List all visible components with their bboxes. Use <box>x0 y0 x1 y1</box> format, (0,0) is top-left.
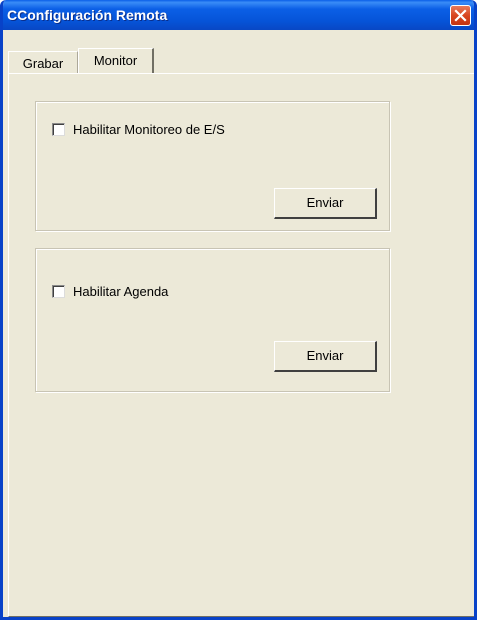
io-monitoring-group: Habilitar Monitoreo de E/S Enviar <box>35 101 390 231</box>
schedule-group: Habilitar Agenda Enviar <box>35 248 390 392</box>
title-bar[interactable]: CConfiguración Remota <box>3 0 474 30</box>
schedule-label: Habilitar Agenda <box>73 284 169 299</box>
monitor-tab-panel: Habilitar Monitoreo de E/S Enviar Habili… <box>8 73 474 617</box>
io-monitoring-send-button[interactable]: Enviar <box>274 188 377 219</box>
dialog-window: CConfiguración Remota Grabar Monitor Hab… <box>0 0 477 620</box>
tab-grabar[interactable]: Grabar <box>8 51 78 73</box>
schedule-send-button[interactable]: Enviar <box>274 341 377 372</box>
tab-monitor[interactable]: Monitor <box>78 48 154 74</box>
io-monitoring-checkbox-row[interactable]: Habilitar Monitoreo de E/S <box>52 122 225 137</box>
io-monitoring-label: Habilitar Monitoreo de E/S <box>73 122 225 137</box>
schedule-checkbox-row[interactable]: Habilitar Agenda <box>52 284 168 299</box>
schedule-checkbox[interactable] <box>52 285 65 298</box>
close-button[interactable] <box>450 5 471 26</box>
window-title: CConfiguración Remota <box>7 7 168 23</box>
close-icon <box>454 9 467 22</box>
io-monitoring-checkbox[interactable] <box>52 123 65 136</box>
